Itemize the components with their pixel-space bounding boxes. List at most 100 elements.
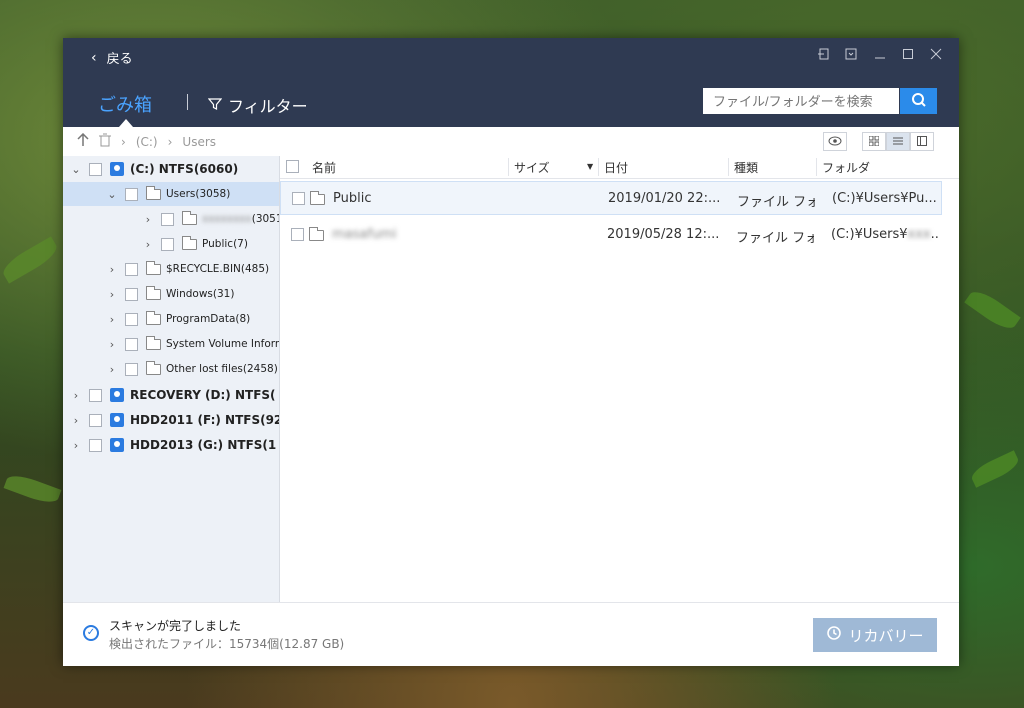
menu-icon[interactable] — [842, 47, 860, 65]
tree-item-windows[interactable]: › Windows(31) — [105, 282, 234, 306]
chevron-right-icon[interactable]: › — [105, 263, 119, 276]
tree-item-users[interactable]: ⌄ Users(3058) — [63, 182, 279, 206]
tree-item-drive-f[interactable]: › HDD2011 (F:) NTFS(92 — [69, 408, 280, 432]
file-name: masafumi — [332, 227, 397, 242]
tree-item-public[interactable]: › Public(7) — [141, 232, 248, 256]
checkbox[interactable] — [125, 362, 138, 376]
trash-icon[interactable] — [99, 133, 111, 150]
chevron-right-icon[interactable]: › — [105, 338, 119, 351]
maximize-icon[interactable] — [899, 47, 917, 65]
chevron-right-icon[interactable]: › — [105, 313, 119, 326]
checkbox[interactable] — [89, 162, 102, 176]
column-header: 名前 サイズ ▼ 日付 種類 フォルダ — [280, 156, 959, 179]
select-all-checkbox[interactable] — [286, 160, 299, 173]
folder-icon — [310, 191, 325, 205]
chevron-right-icon[interactable]: › — [69, 389, 83, 402]
checkbox[interactable] — [89, 413, 102, 427]
breadcrumb-folder[interactable]: Users — [182, 135, 216, 149]
checkbox[interactable] — [161, 212, 174, 226]
check-circle-icon: ✓ — [83, 625, 99, 641]
folder-icon — [146, 335, 161, 350]
detail-view-button[interactable] — [910, 132, 934, 151]
chevron-right-icon[interactable]: › — [141, 213, 155, 226]
filter-icon — [207, 96, 223, 115]
tree-item-drive-g[interactable]: › HDD2013 (G:) NTFS(1 — [69, 433, 276, 457]
column-type[interactable]: 種類 — [734, 159, 758, 176]
table-row[interactable]: Public 2019/01/20 22:... ファイル フォ... (C:)… — [280, 181, 942, 215]
tab-trash[interactable]: ごみ箱 — [98, 91, 152, 117]
minimize-icon[interactable] — [871, 47, 889, 65]
tree-item-drive-d[interactable]: › RECOVERY (D:) NTFS( — [69, 383, 276, 407]
checkbox[interactable] — [161, 237, 174, 251]
chevron-right-icon[interactable]: › — [69, 439, 83, 452]
tree-item-label: Users(3058) — [166, 188, 231, 200]
back-button[interactable]: ‹ 戻る — [91, 48, 133, 68]
status-bar: ✓ スキャンが完了しました 検出されたファイル：15734個(12.87 GB)… — [63, 602, 959, 666]
chevron-right-icon[interactable]: › — [141, 238, 155, 251]
column-size[interactable]: サイズ — [514, 159, 550, 176]
tree-item-label: HDD2011 (F:) NTFS(92 — [130, 413, 280, 427]
header-divider — [187, 94, 188, 110]
folder-icon — [309, 227, 324, 241]
checkbox[interactable] — [89, 438, 102, 452]
chevron-right-icon[interactable]: › — [105, 363, 119, 376]
close-icon[interactable] — [927, 47, 945, 65]
file-list: 名前 サイズ ▼ 日付 種類 フォルダ Public 2019/01/20 22… — [280, 156, 959, 602]
file-type: ファイル フォ... — [737, 195, 815, 210]
drive-icon — [110, 438, 124, 452]
app-window: ‹ 戻る ごみ箱 フィルター ファイル/フォルダーを検索 › (C:) › Us… — [63, 38, 959, 666]
checkbox[interactable] — [125, 312, 138, 326]
column-divider — [598, 158, 599, 176]
eye-icon — [828, 135, 842, 149]
column-folder[interactable]: フォルダ — [822, 159, 870, 176]
tree-item-recycle-bin[interactable]: › $RECYCLE.BIN(485) — [105, 257, 269, 281]
search-button[interactable] — [900, 88, 937, 114]
chevron-right-icon[interactable]: › — [105, 288, 119, 301]
column-divider — [728, 158, 729, 176]
filter-button[interactable]: フィルター — [207, 93, 308, 117]
chevron-left-icon: ‹ — [91, 49, 97, 66]
breadcrumb-drive[interactable]: (C:) — [136, 135, 158, 149]
up-arrow-icon[interactable] — [77, 132, 89, 150]
file-folder-suffix: ... — [930, 227, 939, 242]
blurred-name: xxxxxxxx — [202, 213, 252, 225]
folder-icon — [182, 235, 197, 250]
tree-item-drive-c[interactable]: ⌄ (C:) NTFS(6060) — [69, 157, 238, 181]
grid-view-button[interactable] — [862, 132, 886, 151]
checkbox[interactable] — [292, 192, 305, 205]
checkbox[interactable] — [125, 337, 138, 351]
chevron-down-icon[interactable]: ⌄ — [105, 188, 119, 201]
checkbox[interactable] — [125, 262, 138, 276]
column-divider — [508, 158, 509, 176]
tree-item-other-lost[interactable]: › Other lost files(2458) — [105, 357, 278, 381]
checkbox[interactable] — [125, 187, 138, 201]
background-leaf — [964, 286, 1021, 334]
checkbox[interactable] — [125, 287, 138, 301]
chevron-down-icon[interactable]: ⌄ — [69, 163, 83, 176]
column-date[interactable]: 日付 — [604, 159, 628, 176]
column-name[interactable]: 名前 — [312, 159, 336, 176]
tree-item-label: (3051) — [251, 213, 279, 225]
checkbox[interactable] — [89, 388, 102, 402]
tree-item-label: $RECYCLE.BIN(485) — [166, 263, 270, 275]
tree-item-label: HDD2013 (G:) NTFS(1 — [130, 438, 277, 452]
search-input[interactable] — [703, 88, 899, 114]
tree-item-programdata[interactable]: › ProgramData(8) — [105, 307, 250, 331]
restore-icon[interactable] — [815, 47, 833, 65]
list-view-button[interactable] — [886, 132, 910, 151]
folder-icon — [182, 210, 197, 225]
background-leaf — [0, 236, 61, 284]
chevron-right-icon[interactable]: › — [69, 414, 83, 427]
grid-icon — [868, 135, 880, 149]
breadcrumb: › (C:) › Users — [77, 132, 216, 150]
tree-item-system-volume[interactable]: › System Volume Informat — [105, 332, 279, 356]
recover-button[interactable]: リカバリー — [813, 618, 937, 652]
checkbox[interactable] — [291, 228, 304, 241]
folder-icon — [146, 185, 161, 200]
tree-item-label: (C:) NTFS(6060) — [130, 162, 239, 176]
preview-button[interactable] — [823, 132, 847, 151]
history-icon — [826, 625, 842, 645]
tree-item-user[interactable]: › xxxxxxxx (3051) — [141, 207, 279, 231]
folder-icon — [146, 260, 161, 275]
table-row[interactable]: masafumi 2019/05/28 12:... ファイル フォ... (C… — [280, 218, 942, 252]
